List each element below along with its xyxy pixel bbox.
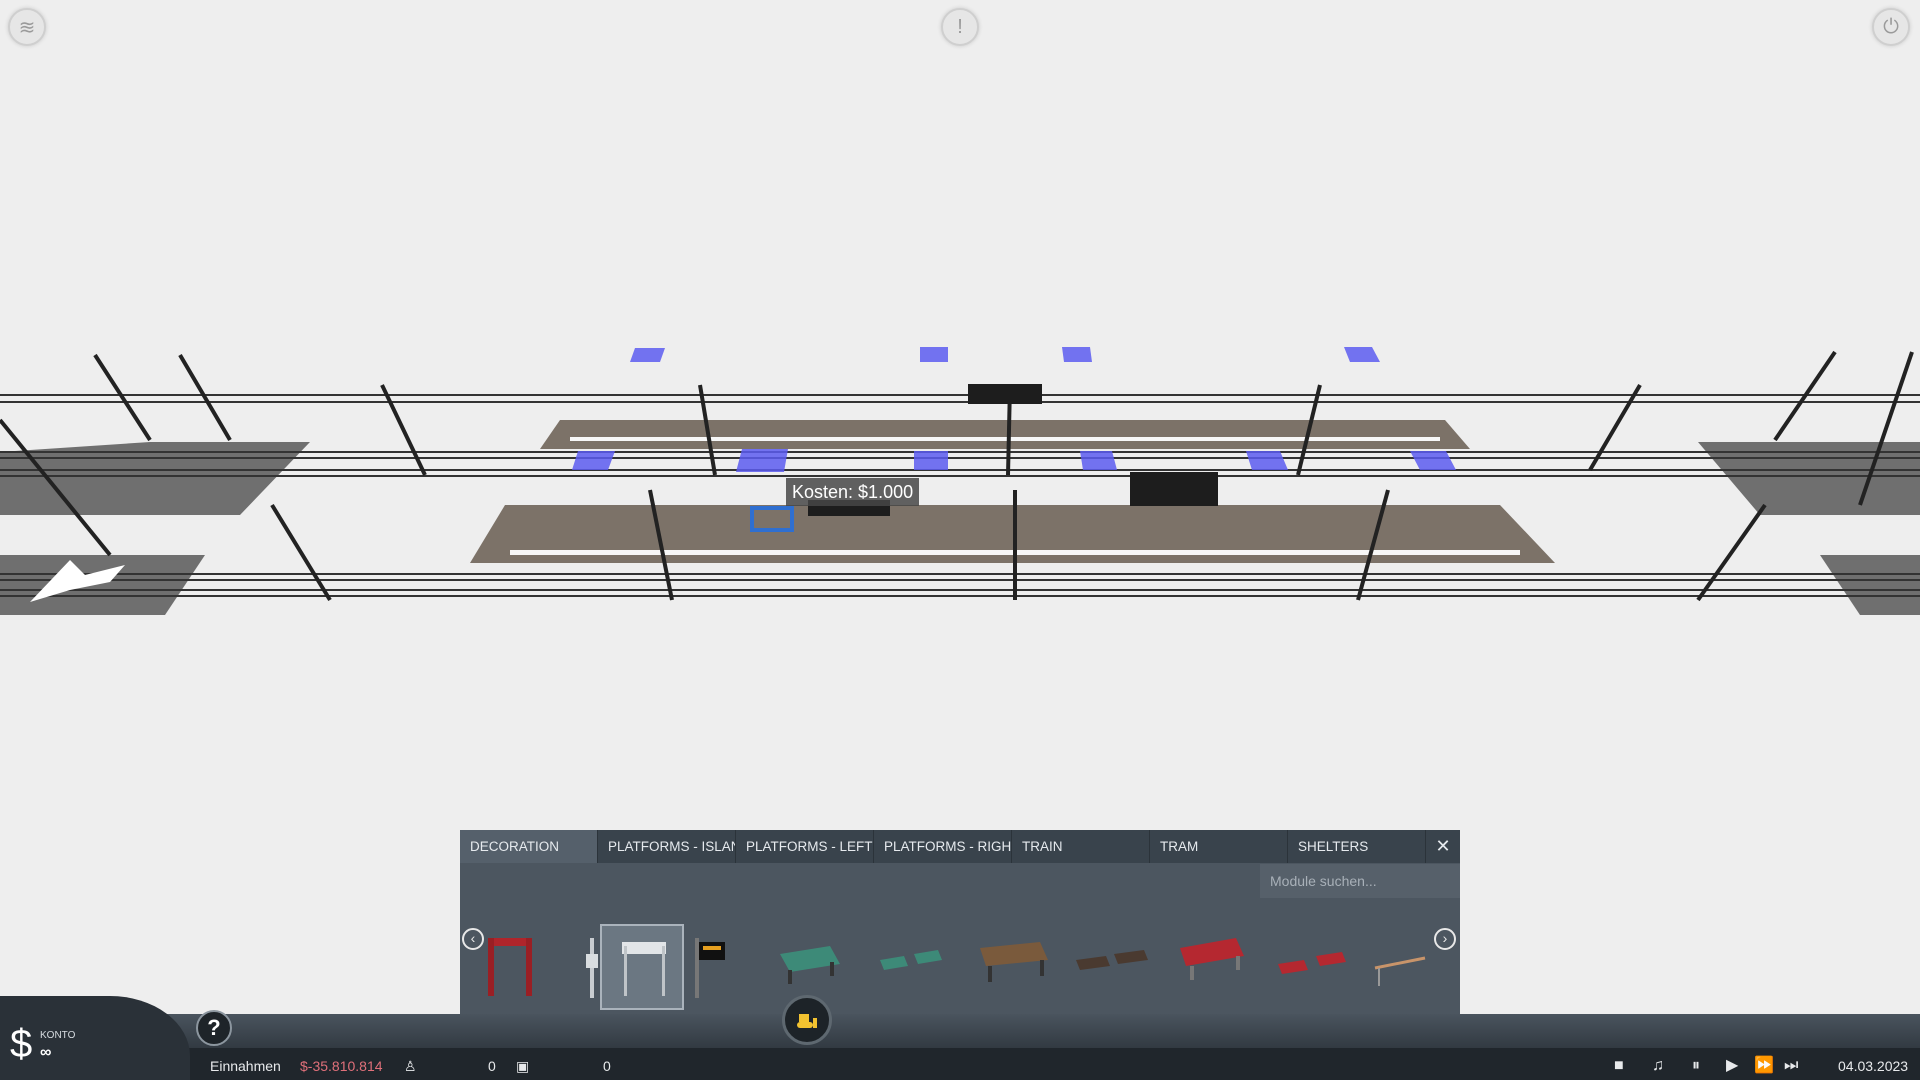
fast-forward-button[interactable]: ⏩ — [1754, 1056, 1774, 1076]
bottom-bar-top — [0, 1014, 1920, 1048]
income-label: Einnahmen — [210, 1058, 281, 1074]
cargo-value: 0 — [603, 1058, 611, 1074]
account-label: KONTO — [40, 1030, 76, 1041]
help-button[interactable]: ? — [196, 1010, 232, 1046]
tab-train[interactable]: TRAIN — [1012, 830, 1150, 863]
dark-bench-pair-module[interactable] — [1070, 924, 1154, 1010]
exclamation-icon: ! — [957, 15, 963, 38]
scroll-right-button[interactable]: › — [1434, 928, 1456, 950]
far-platform — [540, 420, 1470, 449]
income-value: $-35.810.814 — [300, 1058, 383, 1074]
tab-decoration[interactable]: DECORATION — [460, 830, 598, 863]
music-button[interactable]: ♫ — [1652, 1056, 1664, 1076]
bulldoze-button[interactable] — [782, 995, 832, 1045]
tab-platforms-right[interactable]: PLATFORMS - RIGHT — [874, 830, 1012, 863]
camera-icon: ■ — [1614, 1057, 1624, 1074]
pause-icon: ⏸ — [1692, 1057, 1701, 1074]
camera-button[interactable]: ■ — [1614, 1056, 1624, 1076]
cost-tooltip: Kosten: $1.000 — [786, 478, 920, 506]
red-bench-pair-module[interactable] — [1270, 924, 1354, 1010]
bottom-bar — [0, 1014, 1920, 1080]
module-panel: DECORATION PLATFORMS - ISLAND PLATFORMS … — [460, 830, 1460, 1014]
station-sign-module[interactable] — [600, 924, 684, 1010]
wooden-bench-module[interactable] — [970, 924, 1054, 1010]
tab-tram[interactable]: TRAM — [1150, 830, 1288, 863]
departure-board-module[interactable] — [685, 924, 769, 1010]
chevron-right-icon: › — [1442, 930, 1448, 946]
close-button[interactable]: ✕ — [1426, 830, 1460, 863]
tab-platforms-island[interactable]: PLATFORMS - ISLAND — [598, 830, 736, 863]
passenger-icon: ♙ — [404, 1058, 417, 1074]
chevron-left-icon: ‹ — [470, 930, 476, 946]
close-icon: ✕ — [1435, 836, 1451, 856]
green-bench-pair-module[interactable] — [870, 924, 954, 1010]
tab-platforms-left[interactable]: PLATFORMS - LEFT — [736, 830, 874, 863]
module-search-input[interactable] — [1260, 864, 1460, 898]
play-button[interactable]: ▶ — [1726, 1056, 1738, 1076]
dollar-icon: $ — [10, 1022, 33, 1066]
alert-button[interactable]: ! — [941, 8, 979, 46]
music-icon: ♫ — [1652, 1057, 1664, 1074]
play-icon: ▶ — [1726, 1057, 1739, 1074]
account-value: ∞ — [40, 1044, 52, 1061]
game-date: 04.03.2023 — [1838, 1058, 1909, 1074]
question-icon: ? — [207, 1015, 221, 1040]
scroll-left-button[interactable]: ‹ — [462, 928, 484, 950]
module-list — [460, 894, 1460, 1014]
power-icon: ⏻ — [1883, 15, 1899, 38]
layers-icon: ≋ — [18, 16, 36, 39]
red-bench-module[interactable] — [1170, 924, 1254, 1010]
tab-shelters[interactable]: SHELTERS — [1288, 830, 1426, 863]
pause-button[interactable]: ⏸ — [1692, 1056, 1700, 1076]
passengers-value: 0 — [488, 1058, 496, 1074]
cargo-icon: ▣ — [516, 1058, 530, 1074]
bottom-bar-status — [0, 1048, 1920, 1080]
layers-button[interactable]: ≋ — [8, 8, 46, 46]
far-platform-edge — [570, 437, 1440, 441]
fastest-forward-button[interactable]: ⏭ — [1784, 1056, 1798, 1076]
module-tabs: DECORATION PLATFORMS - ISLAND PLATFORMS … — [460, 830, 1460, 863]
fastest-forward-icon: ⏭ — [1784, 1057, 1799, 1074]
bulldozer-icon — [797, 1014, 817, 1028]
power-button[interactable]: ⏻ — [1872, 8, 1910, 46]
fast-forward-icon: ⏩ — [1754, 1057, 1774, 1074]
